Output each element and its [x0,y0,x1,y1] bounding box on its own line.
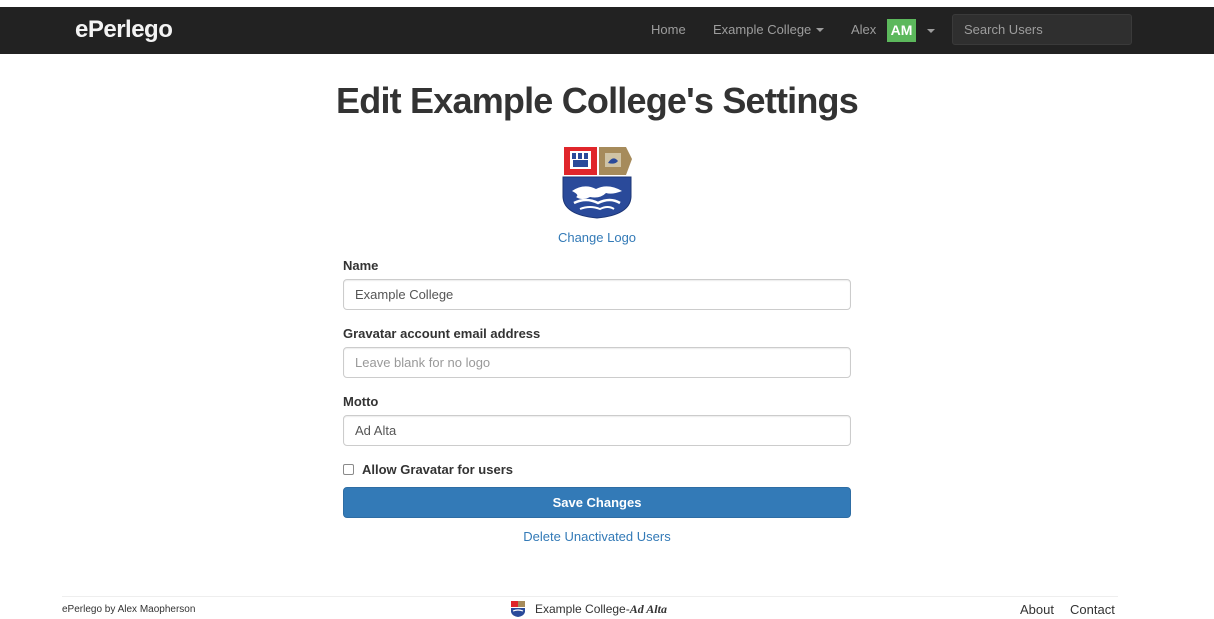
footer-divider [62,596,1118,597]
college-crest-logo [562,147,632,219]
nav-home[interactable]: Home [651,22,686,37]
page-title: Edit Example College's Settings [336,80,859,121]
footer-college: Example College - Ad Alta [510,601,667,617]
footer-college-name: Example College [535,602,626,616]
footer-about-link[interactable]: About [1020,602,1054,617]
footer-contact-link[interactable]: Contact [1070,602,1115,617]
motto-label: Motto [343,394,379,409]
nav-user-name[interactable]: Alex [851,22,876,37]
allow-gravatar-row: Allow Gravatar for users [343,461,513,477]
gravatar-email-input[interactable] [343,347,851,378]
nav-college-label: Example College [713,22,812,37]
user-menu-chevron-down-icon[interactable] [927,29,935,33]
college-crest-mini-icon [511,601,525,617]
name-input[interactable] [343,279,851,310]
avatar[interactable]: AM [887,19,916,42]
search-users-input[interactable] [952,14,1132,45]
footer-motto: Ad Alta [629,601,667,616]
allow-gravatar-checkbox[interactable] [343,463,354,475]
name-label: Name [343,258,379,273]
delete-unactivated-users-link[interactable]: Delete Unactivated Users [0,529,1194,544]
motto-input[interactable] [343,415,851,446]
save-changes-button[interactable]: Save Changes [343,487,851,518]
gravatar-email-label: Gravatar account email address [343,326,541,341]
top-navbar: ePerlego Home Example College Alex AM [0,7,1214,54]
change-logo-link[interactable]: Change Logo [0,230,1194,245]
chevron-down-icon [816,27,825,32]
nav-college-dropdown[interactable]: Example College [713,22,825,37]
brand-logo[interactable]: ePerlego [75,16,173,44]
allow-gravatar-label[interactable]: Allow Gravatar for users [362,462,513,477]
footer-credit: ePerlego by Alex Maopherson [62,604,196,615]
